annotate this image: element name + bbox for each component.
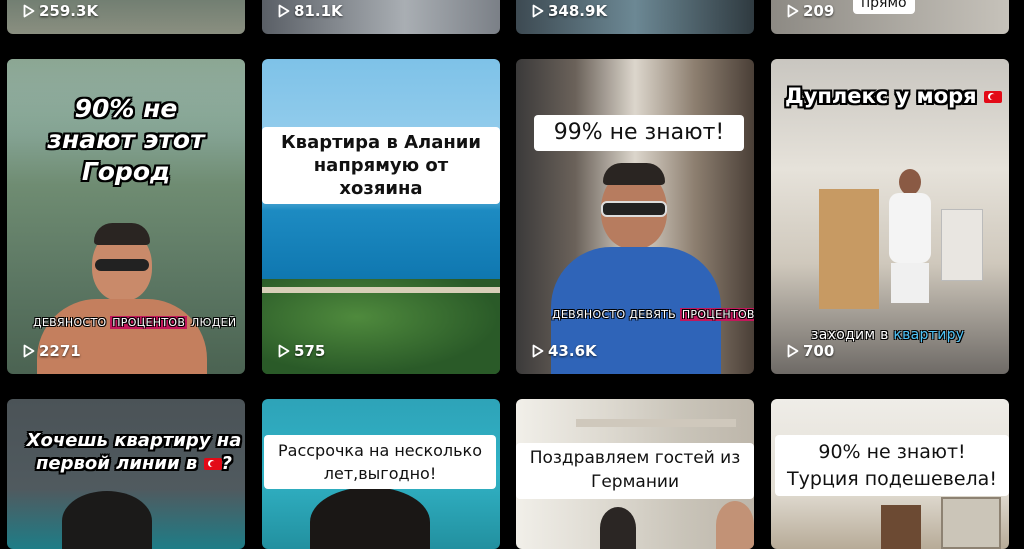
video-card[interactable]: 81.1K	[262, 0, 500, 34]
turkey-flag-icon	[983, 91, 1002, 103]
video-caption: Рассрочка на несколько лет,выгодно!	[264, 435, 496, 490]
video-subtitle: ДЕВЯНОСТО ПРОЦЕНТОВ ЛЮДЕЙ	[33, 316, 237, 329]
play-icon	[787, 4, 799, 18]
video-card[interactable]: Дуплекс у моря заходим в квартиру 700	[771, 59, 1009, 374]
video-card[interactable]: 99% не знают! ДЕВЯНОСТО ДЕВЯТЬ ПРОЦЕНТОВ…	[516, 59, 754, 374]
play-icon	[787, 344, 799, 358]
view-count-text: 259.3K	[39, 2, 99, 20]
video-caption: Хочешь квартиру на первой линии в ?	[26, 430, 242, 475]
view-count-text: 575	[294, 342, 326, 360]
video-card[interactable]: 90% не знают! Турция подешевела!	[771, 399, 1009, 549]
video-caption-fragment: прямо	[853, 0, 915, 14]
view-count: 348.9K	[532, 2, 607, 20]
video-caption: Поздравляем гостей из Германии	[516, 443, 754, 499]
video-caption: 99% не знают!	[534, 115, 744, 152]
view-count: 259.3K	[23, 2, 98, 20]
view-count-text: 43.6K	[548, 342, 597, 360]
view-count: 2271	[23, 342, 81, 360]
video-caption: 90% не знают этот Город	[47, 94, 205, 186]
video-card[interactable]: 348.9K	[516, 0, 754, 34]
video-card[interactable]: 90% не знают этот Город ДЕВЯНОСТО ПРОЦЕН…	[7, 59, 245, 374]
play-icon	[23, 344, 35, 358]
play-icon	[23, 4, 35, 18]
view-count: 43.6K	[532, 342, 597, 360]
view-count-text: 2271	[39, 342, 81, 360]
video-card[interactable]: Квартира в Алании напрямую от хозяина 57…	[262, 59, 500, 374]
view-count: 575	[278, 342, 325, 360]
play-icon	[278, 4, 290, 18]
video-subtitle: заходим в квартиру	[811, 327, 965, 343]
view-count-text: 81.1K	[294, 2, 343, 20]
view-count-text: 348.9K	[548, 2, 608, 20]
video-card[interactable]: 209 прямо	[771, 0, 1009, 34]
video-card[interactable]: Рассрочка на несколько лет,выгодно!	[262, 399, 500, 549]
view-count: 209	[787, 2, 834, 20]
play-icon	[278, 344, 290, 358]
video-card[interactable]: Хочешь квартиру на первой линии в ?	[7, 399, 245, 549]
video-card[interactable]: Поздравляем гостей из Германии	[516, 399, 754, 549]
person-image	[881, 169, 941, 339]
play-icon	[532, 344, 544, 358]
video-caption: 90% не знают! Турция подешевела!	[775, 435, 1009, 497]
view-count-text: 700	[803, 342, 835, 360]
video-caption: Дуплекс у моря	[775, 79, 1009, 114]
video-subtitle: ДЕВЯНОСТО ДЕВЯТЬ ПРОЦЕНТОВ	[552, 308, 754, 321]
video-card[interactable]: 259.3K	[7, 0, 245, 34]
play-icon	[532, 4, 544, 18]
turkey-flag-icon	[203, 458, 222, 471]
view-count: 700	[787, 342, 834, 360]
video-caption: Квартира в Алании напрямую от хозяина	[262, 127, 500, 205]
view-count: 81.1K	[278, 2, 343, 20]
video-grid: 259.3K 81.1K 348.9K 209 прямо 90% не зна…	[0, 0, 1024, 549]
view-count-text: 209	[803, 2, 835, 20]
